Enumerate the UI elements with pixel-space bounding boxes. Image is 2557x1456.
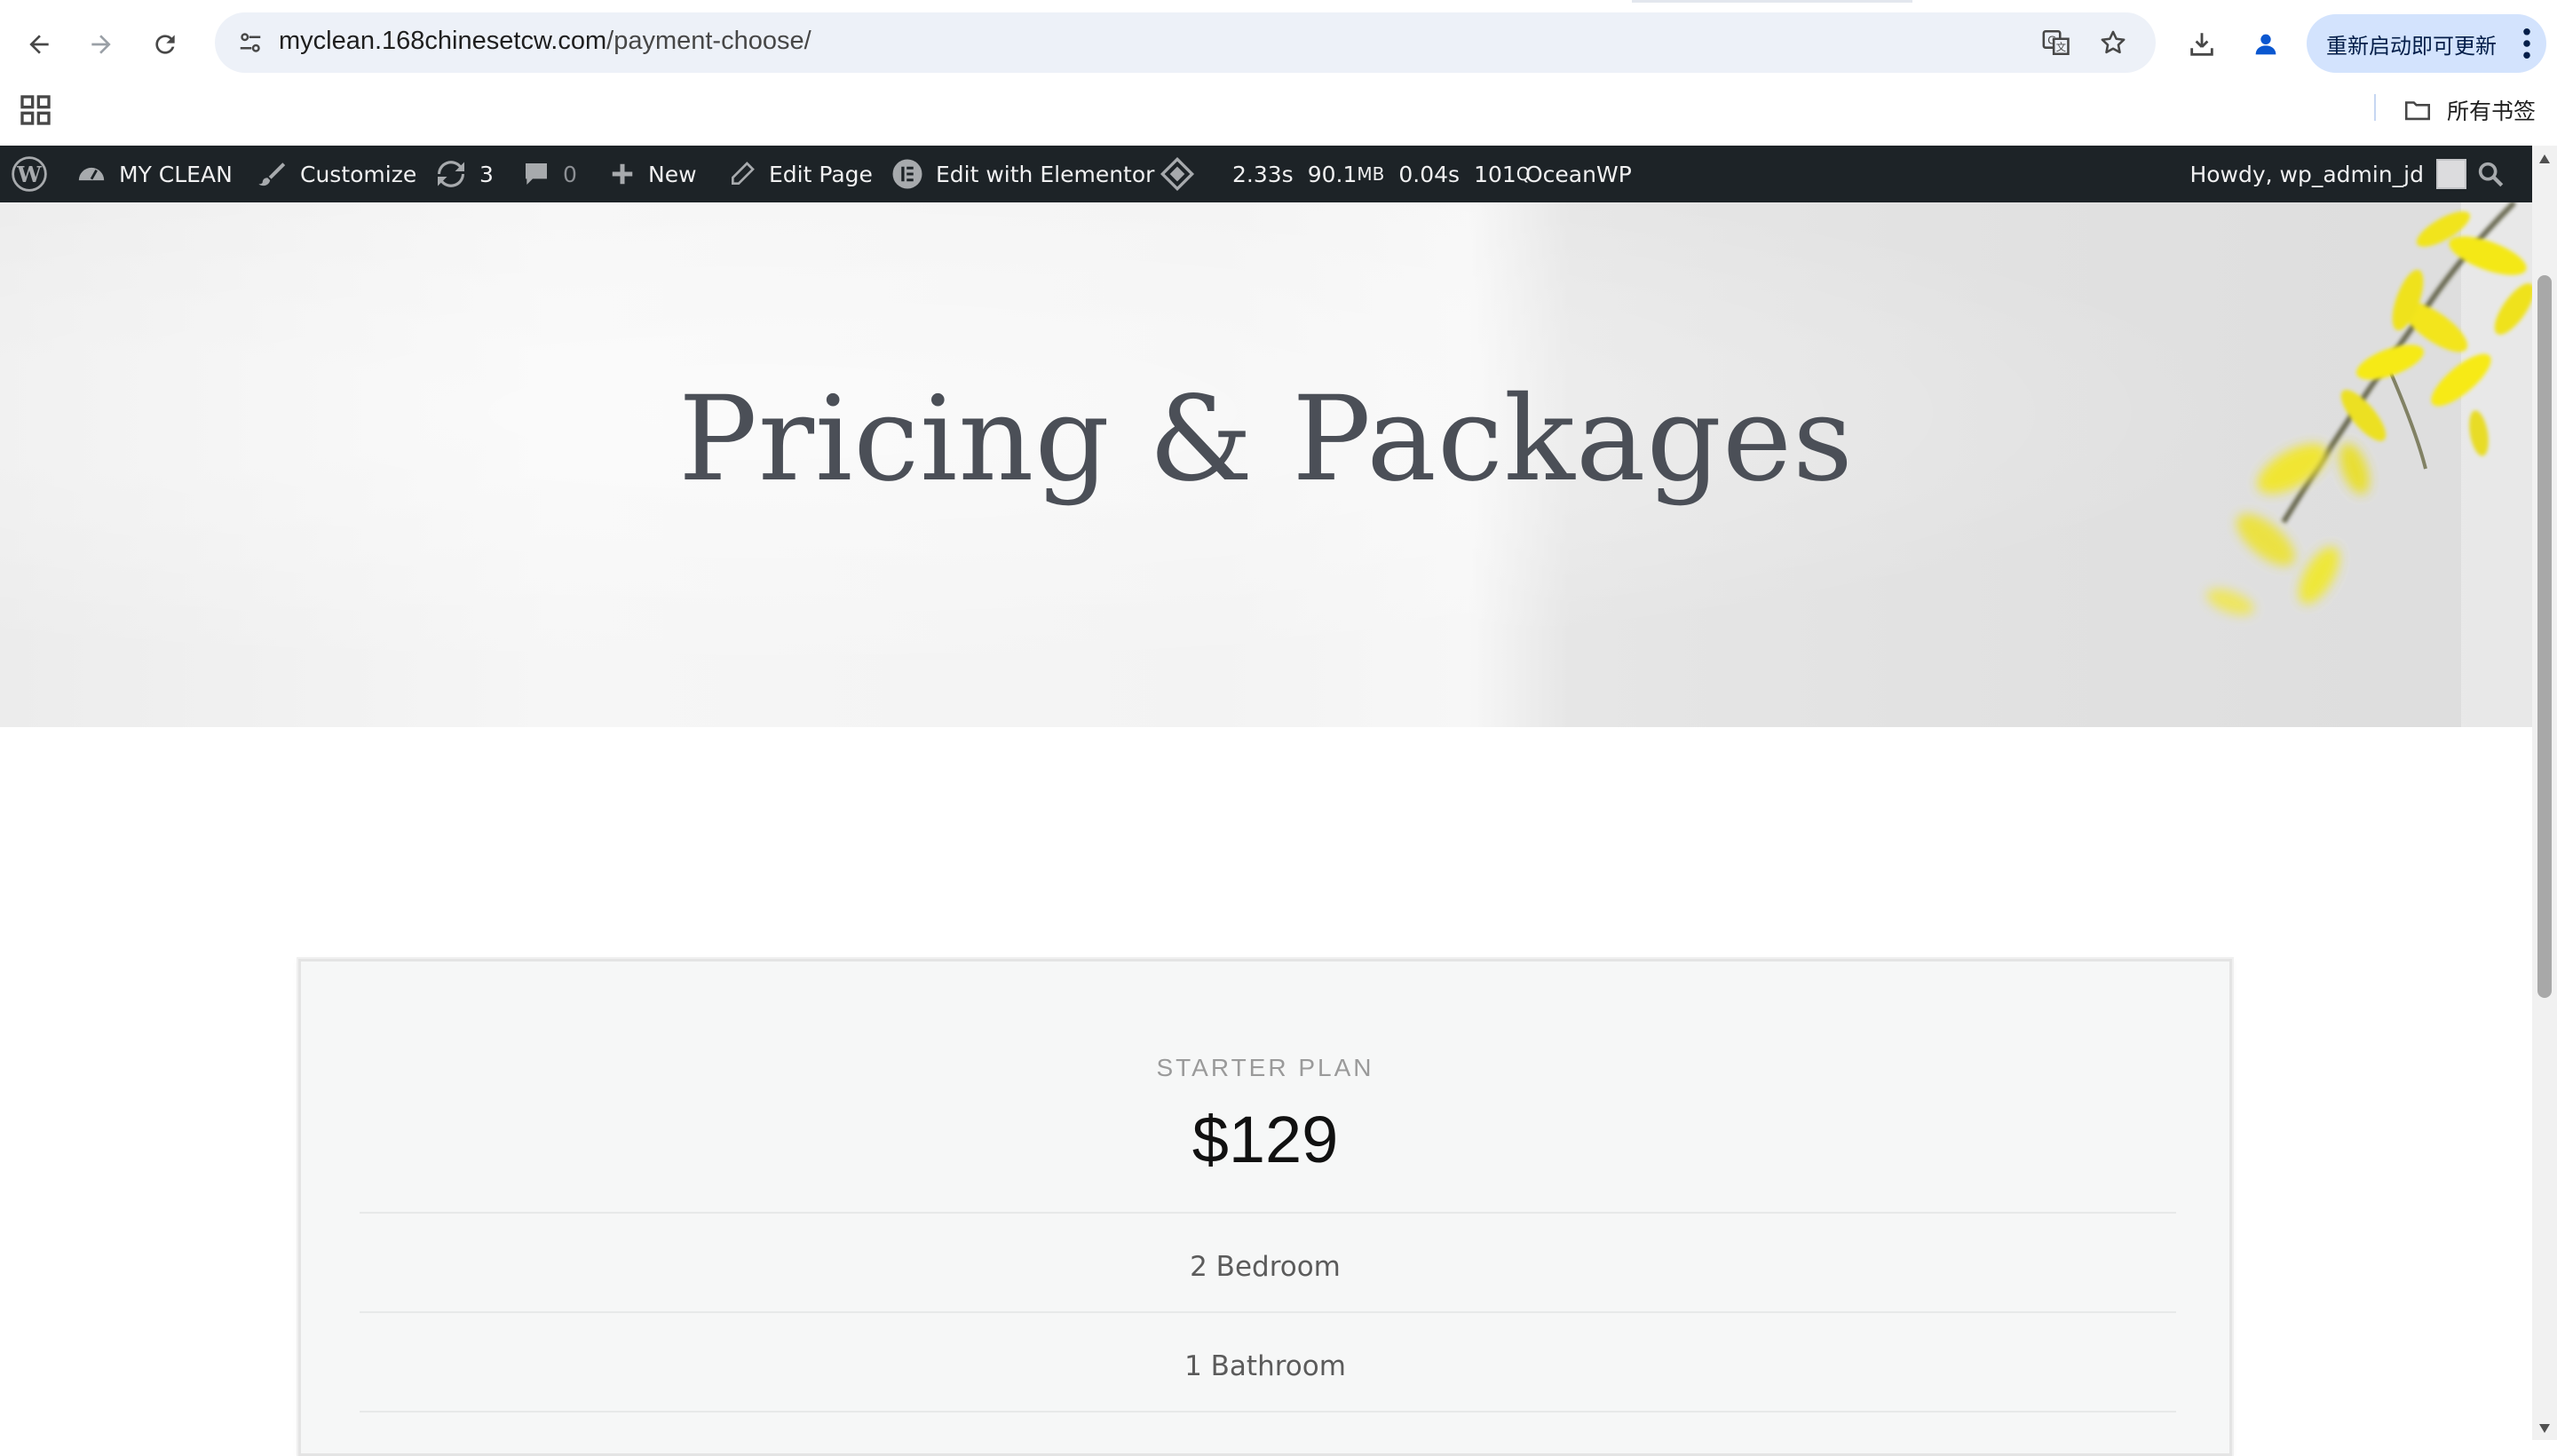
comments-count: 0	[563, 161, 577, 187]
downloads-button[interactable]	[2177, 20, 2227, 69]
edit-page-link[interactable]: Edit Page	[728, 146, 873, 202]
translate-button[interactable]: G 文	[2037, 23, 2076, 62]
updates-icon	[438, 161, 464, 187]
my-account-menu[interactable]: Howdy, wp_admin_jd	[2189, 146, 2466, 202]
divider	[360, 1212, 2176, 1214]
page-title: Pricing & Packages	[678, 371, 1854, 508]
arrow-right-icon	[91, 35, 111, 54]
download-icon	[2190, 33, 2213, 56]
browser-toolbar: myclean.168chinesetcw.com/payment-choose…	[0, 0, 2557, 146]
svg-text:文: 文	[2056, 41, 2066, 53]
theme-menu[interactable]: OceanWP	[1525, 146, 1632, 202]
apps-grid-icon[interactable]	[18, 92, 53, 128]
customize-label: Customize	[300, 161, 417, 187]
more-vert-icon	[2523, 28, 2530, 59]
updates-count: 3	[479, 161, 494, 187]
dashboard-icon	[78, 167, 105, 181]
reload-button[interactable]	[140, 20, 190, 69]
reload-icon	[155, 35, 175, 54]
bookmarks-separator	[2374, 94, 2376, 121]
plan-name: STARTER PLAN	[1156, 1054, 1374, 1081]
plus-icon	[612, 163, 633, 185]
qm-memory: 90.1	[1307, 161, 1358, 187]
bookmark-star-button[interactable]	[2094, 23, 2133, 62]
wp-logo-menu[interactable]: W	[11, 146, 60, 202]
edit-elementor-label: Edit with Elementor	[936, 161, 1155, 187]
url-text[interactable]: myclean.168chinesetcw.com/payment-choose…	[279, 27, 811, 56]
svg-text:W: W	[16, 162, 42, 187]
profile-icon	[2255, 34, 2276, 55]
pencil-icon	[732, 162, 755, 185]
update-label: 重新启动即可更新	[2326, 33, 2497, 59]
search-icon	[2478, 162, 2504, 187]
updates-link[interactable]: 3	[435, 146, 494, 202]
site-name-menu[interactable]: MY CLEAN	[76, 146, 233, 202]
customize-link[interactable]: Customize	[257, 146, 416, 202]
diamond-plugin-menu[interactable]	[1160, 146, 1207, 202]
divider	[360, 1311, 2176, 1313]
active-tab-indicator	[1632, 0, 1912, 3]
all-bookmarks-button[interactable]: 所有书签	[2403, 92, 2536, 128]
url-path: /payment-choose/	[606, 27, 811, 55]
comments-link[interactable]: 0	[522, 146, 577, 202]
wp-admin-bar: W MY CLEAN Customize 3 0 New Edit Page E…	[0, 146, 2532, 202]
tune-icon	[240, 33, 261, 52]
scroll-down-icon[interactable]	[2537, 1422, 2552, 1435]
edit-elementor-link[interactable]: Edit with Elementor	[891, 146, 1154, 202]
qm-db-time: 0.04s	[1398, 161, 1461, 187]
star-icon	[2101, 30, 2126, 54]
divider	[360, 1411, 2176, 1412]
all-bookmarks-label: 所有书签	[2447, 99, 2537, 124]
plan-price: $129	[1191, 1103, 1339, 1176]
page-hero: Pricing & Packages	[0, 202, 2532, 727]
scroll-thumb[interactable]	[2537, 275, 2552, 998]
back-button[interactable]	[14, 20, 64, 69]
page-scrollbar[interactable]	[2532, 146, 2557, 1440]
pricing-card: STARTER PLAN $129 2 Bedroom 1 Bathroom	[298, 959, 2232, 1456]
howdy-label: Howdy, wp_admin_jd	[2189, 161, 2424, 187]
paintbrush-icon	[258, 162, 286, 186]
edit-page-label: Edit Page	[769, 161, 873, 187]
qm-time: 2.33s	[1232, 161, 1294, 187]
adminbar-search-button[interactable]	[2475, 146, 2518, 202]
avatar	[2436, 159, 2466, 189]
update-button[interactable]: 重新启动即可更新	[2307, 14, 2546, 73]
qm-queries: 101	[1474, 161, 1516, 187]
address-bar[interactable]: myclean.168chinesetcw.com/payment-choose…	[215, 12, 2156, 73]
profile-button[interactable]	[2241, 20, 2291, 69]
arrow-left-icon	[29, 35, 49, 54]
translate-icon: G 文	[2042, 29, 2070, 56]
theme-label: OceanWP	[1525, 161, 1632, 187]
elementor-icon	[892, 159, 922, 189]
new-content-menu[interactable]: New	[609, 146, 697, 202]
comment-icon	[526, 163, 547, 185]
plan-feature: 2 Bedroom	[1190, 1251, 1341, 1283]
query-monitor-menu[interactable]: 2.33s 90.1 MB 0.04s 101 Q	[1232, 146, 1531, 202]
scroll-up-icon[interactable]	[2537, 153, 2552, 165]
forward-button[interactable]	[76, 20, 126, 69]
url-host: myclean.168chinesetcw.com	[279, 27, 607, 55]
plan-feature: 1 Bathroom	[1184, 1350, 1346, 1382]
site-info-button[interactable]	[229, 21, 272, 64]
new-label: New	[648, 161, 697, 187]
site-name: MY CLEAN	[119, 161, 233, 187]
wordpress-logo-icon: W	[12, 156, 47, 192]
diamond-icon	[1160, 156, 1195, 192]
qm-memory-unit: MB	[1357, 163, 1385, 185]
folder-icon	[2404, 101, 2431, 121]
